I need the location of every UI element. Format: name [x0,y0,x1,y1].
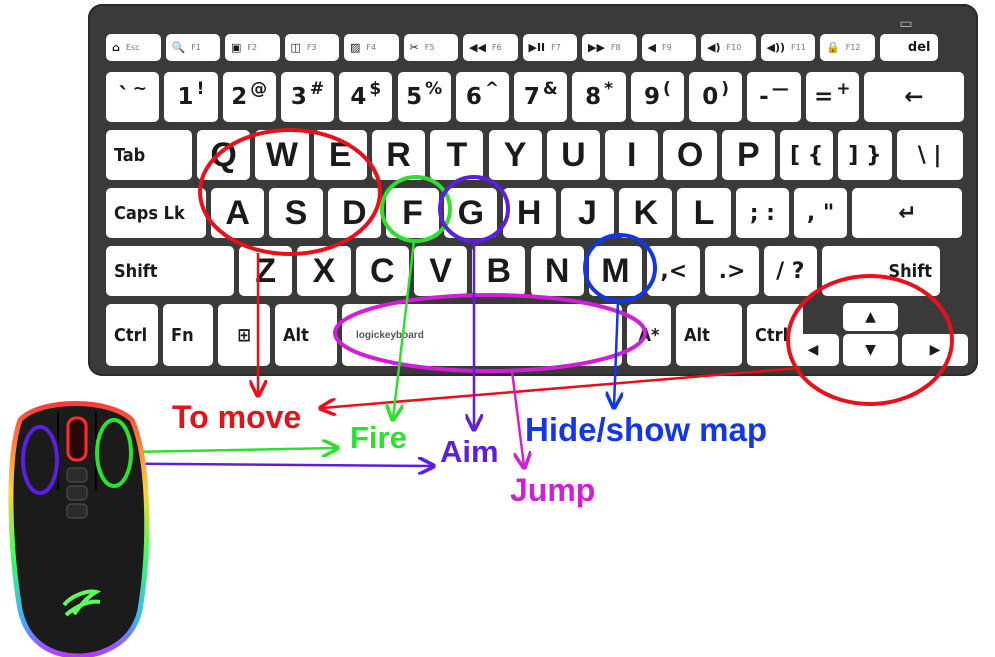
label-hide-show-map: Hide/show map [525,411,768,448]
label-to-move: To move [172,399,302,435]
mouse-scroll-wheel [66,416,88,462]
label-fire: Fire [350,420,407,455]
jump-arrow [510,370,524,466]
wasd-highlight [198,128,382,256]
m-key-highlight [583,233,657,303]
fire-arrow [393,240,416,418]
spacebar-highlight [333,293,647,373]
label-aim: Aim [440,434,499,469]
gaming-mouse [8,401,150,657]
arrow-keys-highlight [786,274,954,406]
mouse-fire-arrow [129,448,336,452]
label-jump: Jump [510,472,596,508]
